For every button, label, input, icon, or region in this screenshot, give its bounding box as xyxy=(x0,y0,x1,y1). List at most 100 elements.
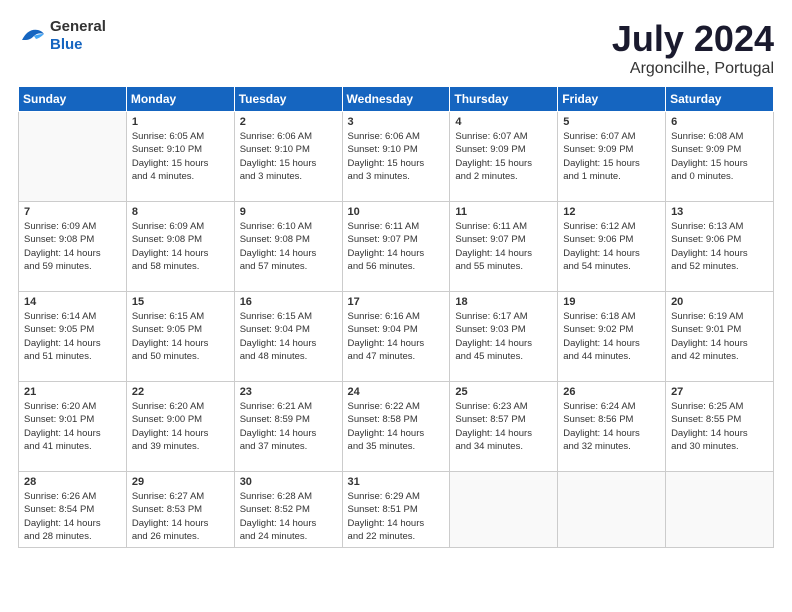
calendar-cell: 20 Sunrise: 6:19 AM Sunset: 9:01 PM Dayli… xyxy=(666,292,774,382)
cell-date: 29 xyxy=(132,476,229,488)
cell-info: Sunrise: 6:23 AM Sunset: 8:57 PM Dayligh… xyxy=(455,400,552,453)
cell-date: 4 xyxy=(455,116,552,128)
cell-date: 10 xyxy=(348,206,445,218)
cell-info: Sunrise: 6:06 AM Sunset: 9:10 PM Dayligh… xyxy=(240,130,337,183)
week-row-1: 1 Sunrise: 6:05 AM Sunset: 9:10 PM Daylig… xyxy=(19,112,774,202)
week-row-5: 28Sunrise: 6:26 AM Sunset: 8:54 PM Dayli… xyxy=(19,472,774,548)
cell-info: Sunrise: 6:15 AM Sunset: 9:05 PM Dayligh… xyxy=(132,310,229,363)
cell-info: Sunrise: 6:28 AM Sunset: 8:52 PM Dayligh… xyxy=(240,490,337,543)
cell-info: Sunrise: 6:08 AM Sunset: 9:09 PM Dayligh… xyxy=(671,130,768,183)
calendar-cell xyxy=(19,112,127,202)
cell-info: Sunrise: 6:07 AM Sunset: 9:09 PM Dayligh… xyxy=(563,130,660,183)
cell-date: 3 xyxy=(348,116,445,128)
cell-date: 15 xyxy=(132,296,229,308)
calendar-cell: 2 Sunrise: 6:06 AM Sunset: 9:10 PM Daylig… xyxy=(234,112,342,202)
cell-date: 31 xyxy=(348,476,445,488)
cell-date: 17 xyxy=(348,296,445,308)
calendar-cell: 29 Sunrise: 6:27 AM Sunset: 8:53 PM Dayli… xyxy=(126,472,234,548)
calendar-cell: 4 Sunrise: 6:07 AM Sunset: 9:09 PM Daylig… xyxy=(450,112,558,202)
header: General Blue July 2024 Argoncilhe, Portu… xyxy=(18,18,774,78)
calendar-cell: 6 Sunrise: 6:08 AM Sunset: 9:09 PM Daylig… xyxy=(666,112,774,202)
logo-general: General xyxy=(50,18,106,35)
calendar-cell: 3 Sunrise: 6:06 AM Sunset: 9:10 PM Daylig… xyxy=(342,112,450,202)
cell-info: Sunrise: 6:16 AM Sunset: 9:04 PM Dayligh… xyxy=(348,310,445,363)
cell-date: 9 xyxy=(240,206,337,218)
calendar-cell: 1 Sunrise: 6:05 AM Sunset: 9:10 PM Daylig… xyxy=(126,112,234,202)
calendar-cell: 5 Sunrise: 6:07 AM Sunset: 9:09 PM Daylig… xyxy=(558,112,666,202)
logo: General Blue xyxy=(18,18,106,54)
cell-date: 25 xyxy=(455,386,552,398)
cell-info: Sunrise: 6:25 AM Sunset: 8:55 PM Dayligh… xyxy=(671,400,768,453)
calendar-cell: 7 Sunrise: 6:09 AM Sunset: 9:08 PM Daylig… xyxy=(19,202,127,292)
week-row-4: 21Sunrise: 6:20 AM Sunset: 9:01 PM Dayli… xyxy=(19,382,774,472)
cell-date: 7 xyxy=(24,206,121,218)
cell-date: 18 xyxy=(455,296,552,308)
calendar-cell: 17 Sunrise: 6:16 AM Sunset: 9:04 PM Dayli… xyxy=(342,292,450,382)
cell-date: 8 xyxy=(132,206,229,218)
cell-info: Sunrise: 6:27 AM Sunset: 8:53 PM Dayligh… xyxy=(132,490,229,543)
calendar-cell: 16Sunrise: 6:15 AM Sunset: 9:04 PM Dayli… xyxy=(234,292,342,382)
calendar-cell: 10 Sunrise: 6:11 AM Sunset: 9:07 PM Dayli… xyxy=(342,202,450,292)
calendar-cell: 28Sunrise: 6:26 AM Sunset: 8:54 PM Dayli… xyxy=(19,472,127,548)
day-headers-row: SundayMondayTuesdayWednesdayThursdayFrid… xyxy=(19,87,774,112)
cell-info: Sunrise: 6:20 AM Sunset: 9:00 PM Dayligh… xyxy=(132,400,229,453)
title-area: July 2024 Argoncilhe, Portugal xyxy=(612,18,774,78)
day-header-wednesday: Wednesday xyxy=(342,87,450,112)
day-header-saturday: Saturday xyxy=(666,87,774,112)
cell-date: 20 xyxy=(671,296,768,308)
cell-date: 16 xyxy=(240,296,337,308)
cell-date: 14 xyxy=(24,296,121,308)
cell-date: 5 xyxy=(563,116,660,128)
calendar-cell: 24Sunrise: 6:22 AM Sunset: 8:58 PM Dayli… xyxy=(342,382,450,472)
cell-date: 19 xyxy=(563,296,660,308)
logo-blue: Blue xyxy=(50,36,83,53)
cell-date: 13 xyxy=(671,206,768,218)
subtitle: Argoncilhe, Portugal xyxy=(612,60,774,78)
cell-date: 6 xyxy=(671,116,768,128)
calendar-cell: 30 Sunrise: 6:28 AM Sunset: 8:52 PM Dayli… xyxy=(234,472,342,548)
main-title: July 2024 xyxy=(612,18,774,60)
calendar-cell: 31 Sunrise: 6:29 AM Sunset: 8:51 PM Dayli… xyxy=(342,472,450,548)
cell-date: 1 xyxy=(132,116,229,128)
cell-info: Sunrise: 6:19 AM Sunset: 9:01 PM Dayligh… xyxy=(671,310,768,363)
cell-info: Sunrise: 6:12 AM Sunset: 9:06 PM Dayligh… xyxy=(563,220,660,273)
calendar-cell xyxy=(558,472,666,548)
cell-date: 30 xyxy=(240,476,337,488)
cell-info: Sunrise: 6:06 AM Sunset: 9:10 PM Dayligh… xyxy=(348,130,445,183)
calendar-cell: 27 Sunrise: 6:25 AM Sunset: 8:55 PM Dayli… xyxy=(666,382,774,472)
logo-text: General Blue xyxy=(50,18,106,54)
calendar-cell: 22Sunrise: 6:20 AM Sunset: 9:00 PM Dayli… xyxy=(126,382,234,472)
cell-info: Sunrise: 6:10 AM Sunset: 9:08 PM Dayligh… xyxy=(240,220,337,273)
calendar-cell: 25 Sunrise: 6:23 AM Sunset: 8:57 PM Dayli… xyxy=(450,382,558,472)
cell-date: 12 xyxy=(563,206,660,218)
cell-date: 27 xyxy=(671,386,768,398)
cell-info: Sunrise: 6:14 AM Sunset: 9:05 PM Dayligh… xyxy=(24,310,121,363)
cell-info: Sunrise: 6:05 AM Sunset: 9:10 PM Dayligh… xyxy=(132,130,229,183)
calendar-cell: 11Sunrise: 6:11 AM Sunset: 9:07 PM Dayli… xyxy=(450,202,558,292)
cell-info: Sunrise: 6:09 AM Sunset: 9:08 PM Dayligh… xyxy=(24,220,121,273)
cell-date: 11 xyxy=(455,206,552,218)
calendar-cell xyxy=(666,472,774,548)
cell-info: Sunrise: 6:11 AM Sunset: 9:07 PM Dayligh… xyxy=(348,220,445,273)
calendar-cell xyxy=(450,472,558,548)
calendar-cell: 23Sunrise: 6:21 AM Sunset: 8:59 PM Dayli… xyxy=(234,382,342,472)
cell-info: Sunrise: 6:20 AM Sunset: 9:01 PM Dayligh… xyxy=(24,400,121,453)
cell-info: Sunrise: 6:22 AM Sunset: 8:58 PM Dayligh… xyxy=(348,400,445,453)
cell-info: Sunrise: 6:07 AM Sunset: 9:09 PM Dayligh… xyxy=(455,130,552,183)
cell-info: Sunrise: 6:29 AM Sunset: 8:51 PM Dayligh… xyxy=(348,490,445,543)
week-row-2: 7 Sunrise: 6:09 AM Sunset: 9:08 PM Daylig… xyxy=(19,202,774,292)
cell-date: 2 xyxy=(240,116,337,128)
day-header-sunday: Sunday xyxy=(19,87,127,112)
cell-info: Sunrise: 6:24 AM Sunset: 8:56 PM Dayligh… xyxy=(563,400,660,453)
calendar-cell: 15 Sunrise: 6:15 AM Sunset: 9:05 PM Dayli… xyxy=(126,292,234,382)
cell-info: Sunrise: 6:26 AM Sunset: 8:54 PM Dayligh… xyxy=(24,490,121,543)
calendar-table: SundayMondayTuesdayWednesdayThursdayFrid… xyxy=(18,86,774,548)
calendar-cell: 12 Sunrise: 6:12 AM Sunset: 9:06 PM Dayli… xyxy=(558,202,666,292)
day-header-monday: Monday xyxy=(126,87,234,112)
page: General Blue July 2024 Argoncilhe, Portu… xyxy=(0,0,792,612)
day-header-tuesday: Tuesday xyxy=(234,87,342,112)
day-header-friday: Friday xyxy=(558,87,666,112)
cell-info: Sunrise: 6:18 AM Sunset: 9:02 PM Dayligh… xyxy=(563,310,660,363)
calendar-cell: 9 Sunrise: 6:10 AM Sunset: 9:08 PM Daylig… xyxy=(234,202,342,292)
cell-date: 26 xyxy=(563,386,660,398)
